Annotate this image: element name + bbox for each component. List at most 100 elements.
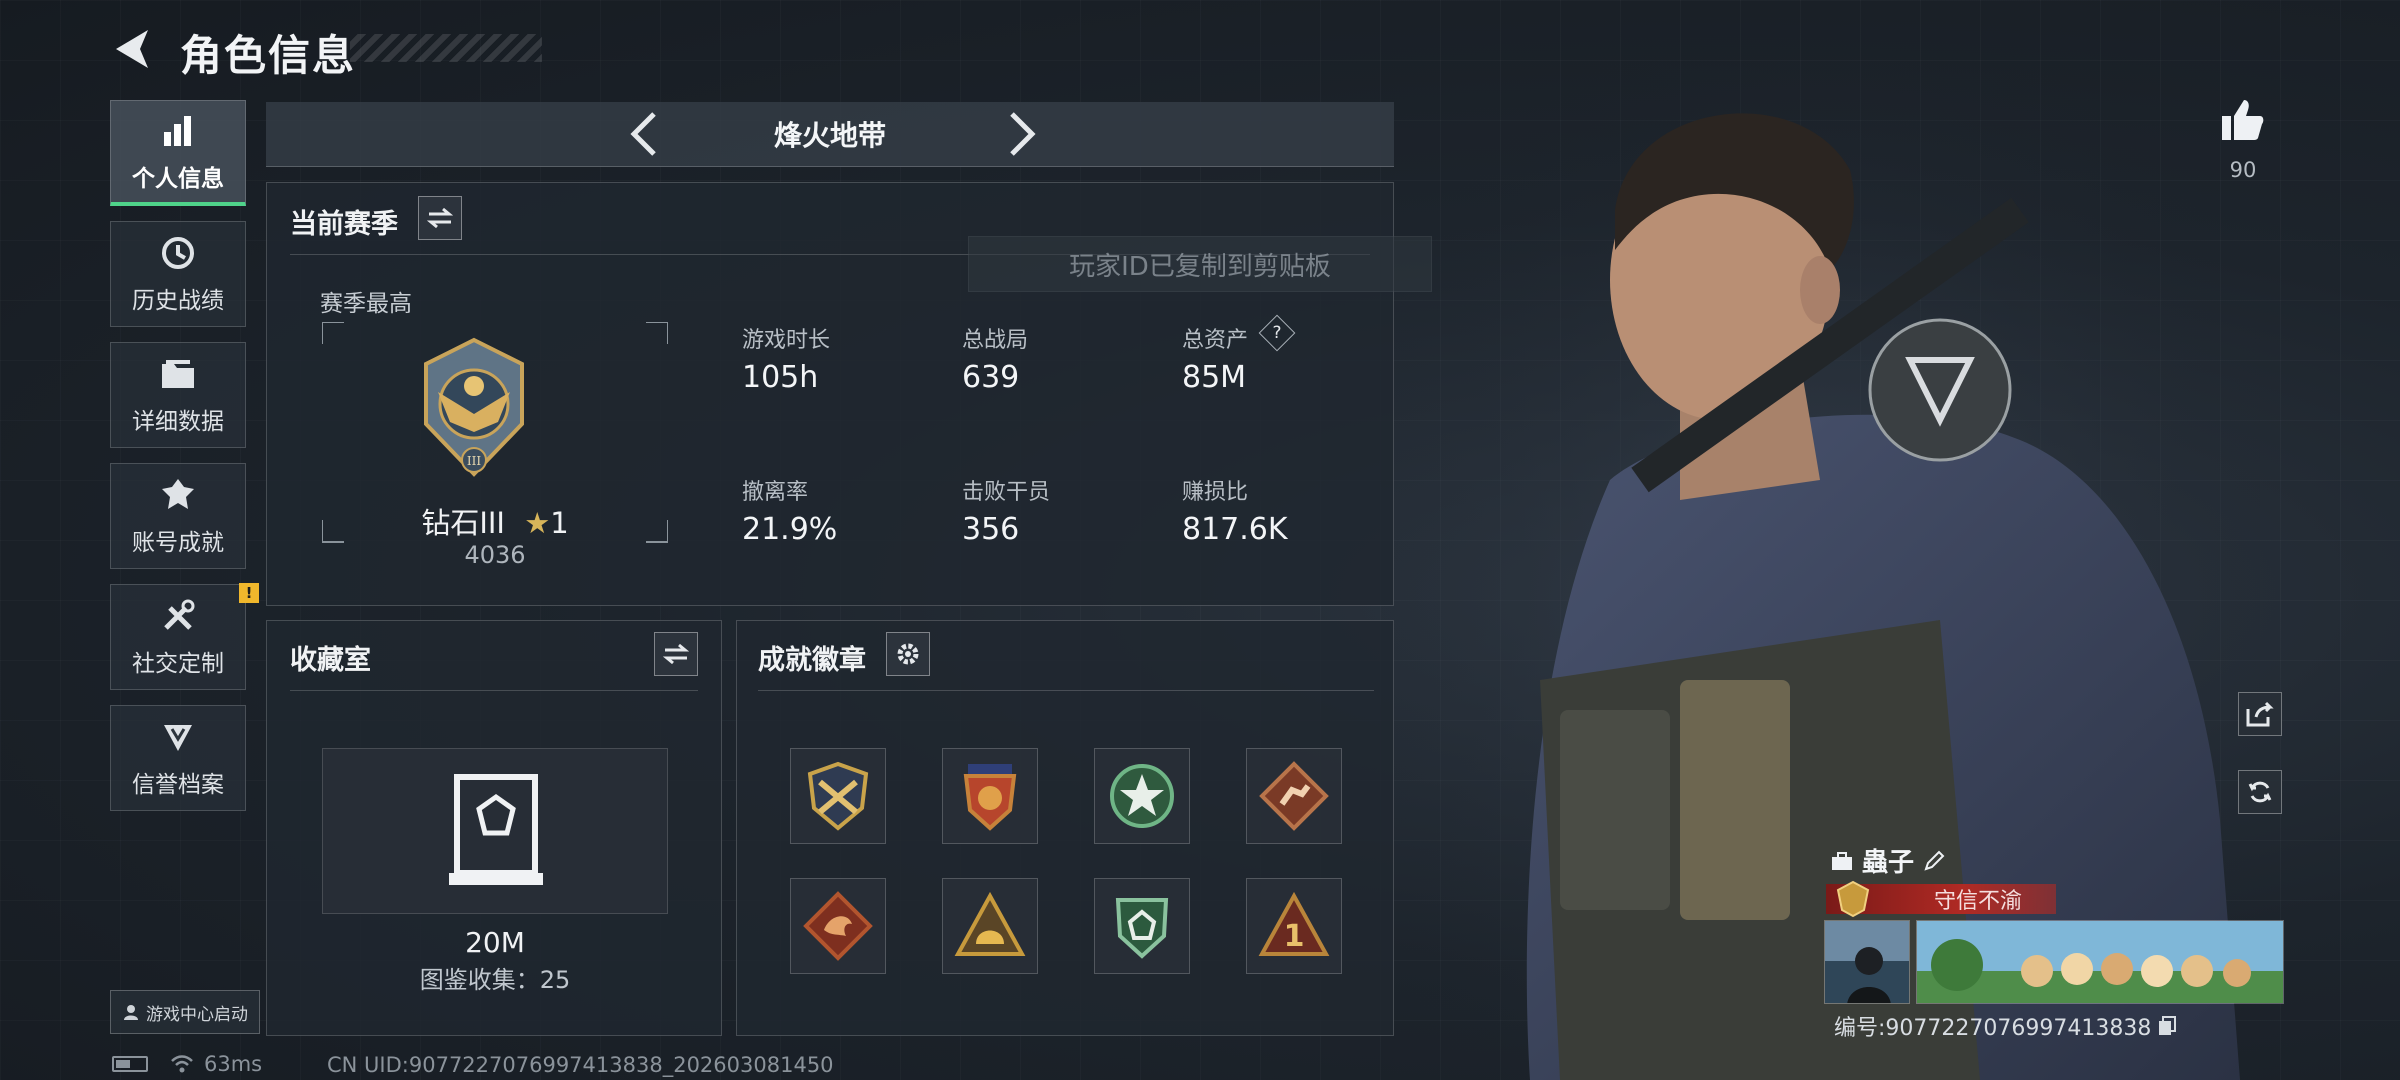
swap-icon [427,207,453,229]
stat-label-total-matches: 总战局 [962,328,1029,353]
badge-slot[interactable] [1094,748,1190,844]
season-switch-button[interactable] [418,196,462,240]
like-count: 90 [2229,158,2257,182]
player-name: 蟲子 [1862,848,1915,878]
launch-label: 游戏中心启动 [146,1004,248,1025]
collection-value: 20M [465,926,525,959]
refresh-icon [2248,781,2272,803]
divider [758,690,1374,691]
back-arrow-icon[interactable] [110,26,154,72]
badges-title: 成就徽章 [758,645,866,676]
edit-pencil-icon[interactable] [1922,849,1946,873]
nav-label: 个人信息 [132,165,224,192]
nav-label: 账号成就 [132,530,224,556]
mode-title: 烽火地带 [773,119,886,152]
badge-slot[interactable] [1094,878,1190,974]
wifi-icon [171,1055,193,1073]
copy-toast: 玩家ID已复制到剪贴板 [968,236,1432,292]
gear-icon [897,643,919,665]
help-mark: ? [1272,323,1282,343]
divider [290,690,698,691]
stat-value-operators-defeated: 356 [962,512,1020,547]
title-decoration [350,34,542,62]
badge-slot[interactable] [790,878,886,974]
prev-mode-arrow-icon[interactable] [622,110,670,158]
uid-text: CN UID:9077227076997413838_202603081450 [327,1053,834,1077]
dragon-diamond-badge-icon [803,891,873,961]
stat-value-profit-ratio: 817.6K [1182,512,1288,547]
stat-label-operators-defeated: 击败干员 [962,480,1051,505]
battery-icon [112,1056,148,1072]
page-title: 角色信息 [180,31,357,80]
display-case-icon [449,774,543,885]
profile-banner[interactable] [1916,920,2284,1004]
runner-diamond-badge-icon [1259,761,1329,831]
green-star-badge-icon [1110,764,1174,828]
nav-item-history[interactable]: 历史战绩 [110,221,246,327]
bar-chart-icon [158,111,198,151]
share-icon [2246,701,2274,727]
folder-icon [158,354,198,394]
stat-value-playtime: 105h [742,360,819,395]
crossed-swords-badge-icon [807,761,869,831]
copy-icon[interactable] [2157,1015,2177,1037]
rank-score: 4036 [464,541,526,569]
avatar[interactable] [1824,920,1910,1004]
rank-emblem-icon: III [424,337,524,477]
helmet-triangle-badge-icon [954,891,1026,956]
player-id: 编号:9077227076997413838 [1834,1016,2152,1041]
user-icon [124,1005,138,1020]
badge-slot[interactable] [942,748,1038,844]
achievement-icon [158,475,198,515]
badge-slot[interactable] [942,878,1038,974]
swap-icon [663,643,689,665]
mode-selector: 烽火地带 [266,102,1394,167]
side-nav: 个人信息 历史战绩 详细数据 账号成就 ! 社交定制 信誉档案 [110,100,259,826]
number-one-triangle-badge-icon: 1 [1258,891,1330,956]
nav-label: 信誉档案 [132,772,224,798]
history-clock-icon [158,233,198,273]
next-mode-arrow-icon[interactable] [996,110,1044,158]
tools-icon [158,596,198,636]
nav-label: 历史战绩 [132,288,224,314]
credit-shield-icon [158,717,198,757]
green-shield-badge-icon [1115,898,1169,959]
stat-value-total-matches: 639 [962,360,1020,395]
nav-item-credit-file[interactable]: 信誉档案 [110,705,246,811]
star-shield-badge-icon [963,764,1017,831]
briefcase-icon [1832,851,1852,870]
refresh-button[interactable] [2238,770,2282,814]
player-id-row: 编号:9077227076997413838 [1834,1010,2177,1042]
nav-item-detail-data[interactable]: 详细数据 [110,342,246,448]
badges-settings-button[interactable] [886,632,930,676]
player-name-row: 蟲子 [1830,842,1946,879]
season-best-label: 赛季最高 [320,291,412,317]
title-emblem-icon [1836,880,1870,918]
nav-item-personal-info[interactable]: 个人信息 [110,100,246,206]
stat-label-total-assets: 总资产 [1182,328,1249,353]
collection-title: 收藏室 [290,645,371,676]
collection-switch-button[interactable] [654,632,698,676]
status-bar: 63ms [112,1052,262,1076]
game-center-launch-button[interactable]: 游戏中心启动 [110,990,260,1034]
badge-slot[interactable] [1246,748,1342,844]
player-title-banner: 守信不渝 [1826,880,2056,918]
thumbs-up-icon[interactable] [2218,96,2266,144]
notification-badge: ! [239,583,259,603]
svg-text:1: 1 [1284,919,1305,954]
season-title: 当前赛季 [290,209,398,240]
share-button[interactable] [2238,692,2282,736]
stat-value-total-assets: 85M [1182,360,1247,395]
svg-text:III: III [467,454,481,468]
nav-item-achievements[interactable]: 账号成就 [110,463,246,569]
collection-preview[interactable] [322,748,668,914]
nav-label: 详细数据 [132,409,224,435]
ping-text: 63ms [204,1052,263,1076]
stat-label-playtime: 游戏时长 [742,328,831,353]
badge-slot[interactable]: 1 [1246,878,1342,974]
stat-label-extract-rate: 撤离率 [742,480,809,505]
nav-item-social-custom[interactable]: ! 社交定制 [110,583,259,690]
player-title-text: 守信不渝 [1934,889,2023,914]
nav-label: 社交定制 [132,651,224,677]
badge-slot[interactable] [790,748,886,844]
